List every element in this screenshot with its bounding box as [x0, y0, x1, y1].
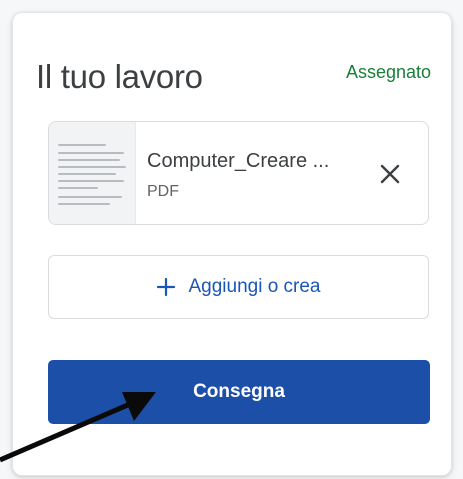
card-title: Il tuo lavoro — [36, 58, 203, 95]
add-or-create-label: Aggiungi o crea — [188, 276, 321, 297]
status-badge: Assegnato — [345, 62, 431, 82]
document-thumbnail[interactable] — [49, 122, 136, 224]
plus-icon — [157, 277, 176, 297]
attachment-file-name[interactable]: Computer_Creare ... — [147, 150, 329, 173]
close-icon[interactable] — [376, 160, 404, 188]
attachment-file-type: PDF — [147, 183, 179, 200]
submit-button[interactable]: Consegna — [48, 360, 430, 424]
add-or-create-button[interactable]: Aggiungi o crea — [48, 255, 429, 319]
remove-attachment-button[interactable] — [376, 160, 404, 188]
attachment-item[interactable]: Computer_Creare ... PDF — [48, 121, 429, 225]
submit-button-label: Consegna — [193, 381, 285, 402]
